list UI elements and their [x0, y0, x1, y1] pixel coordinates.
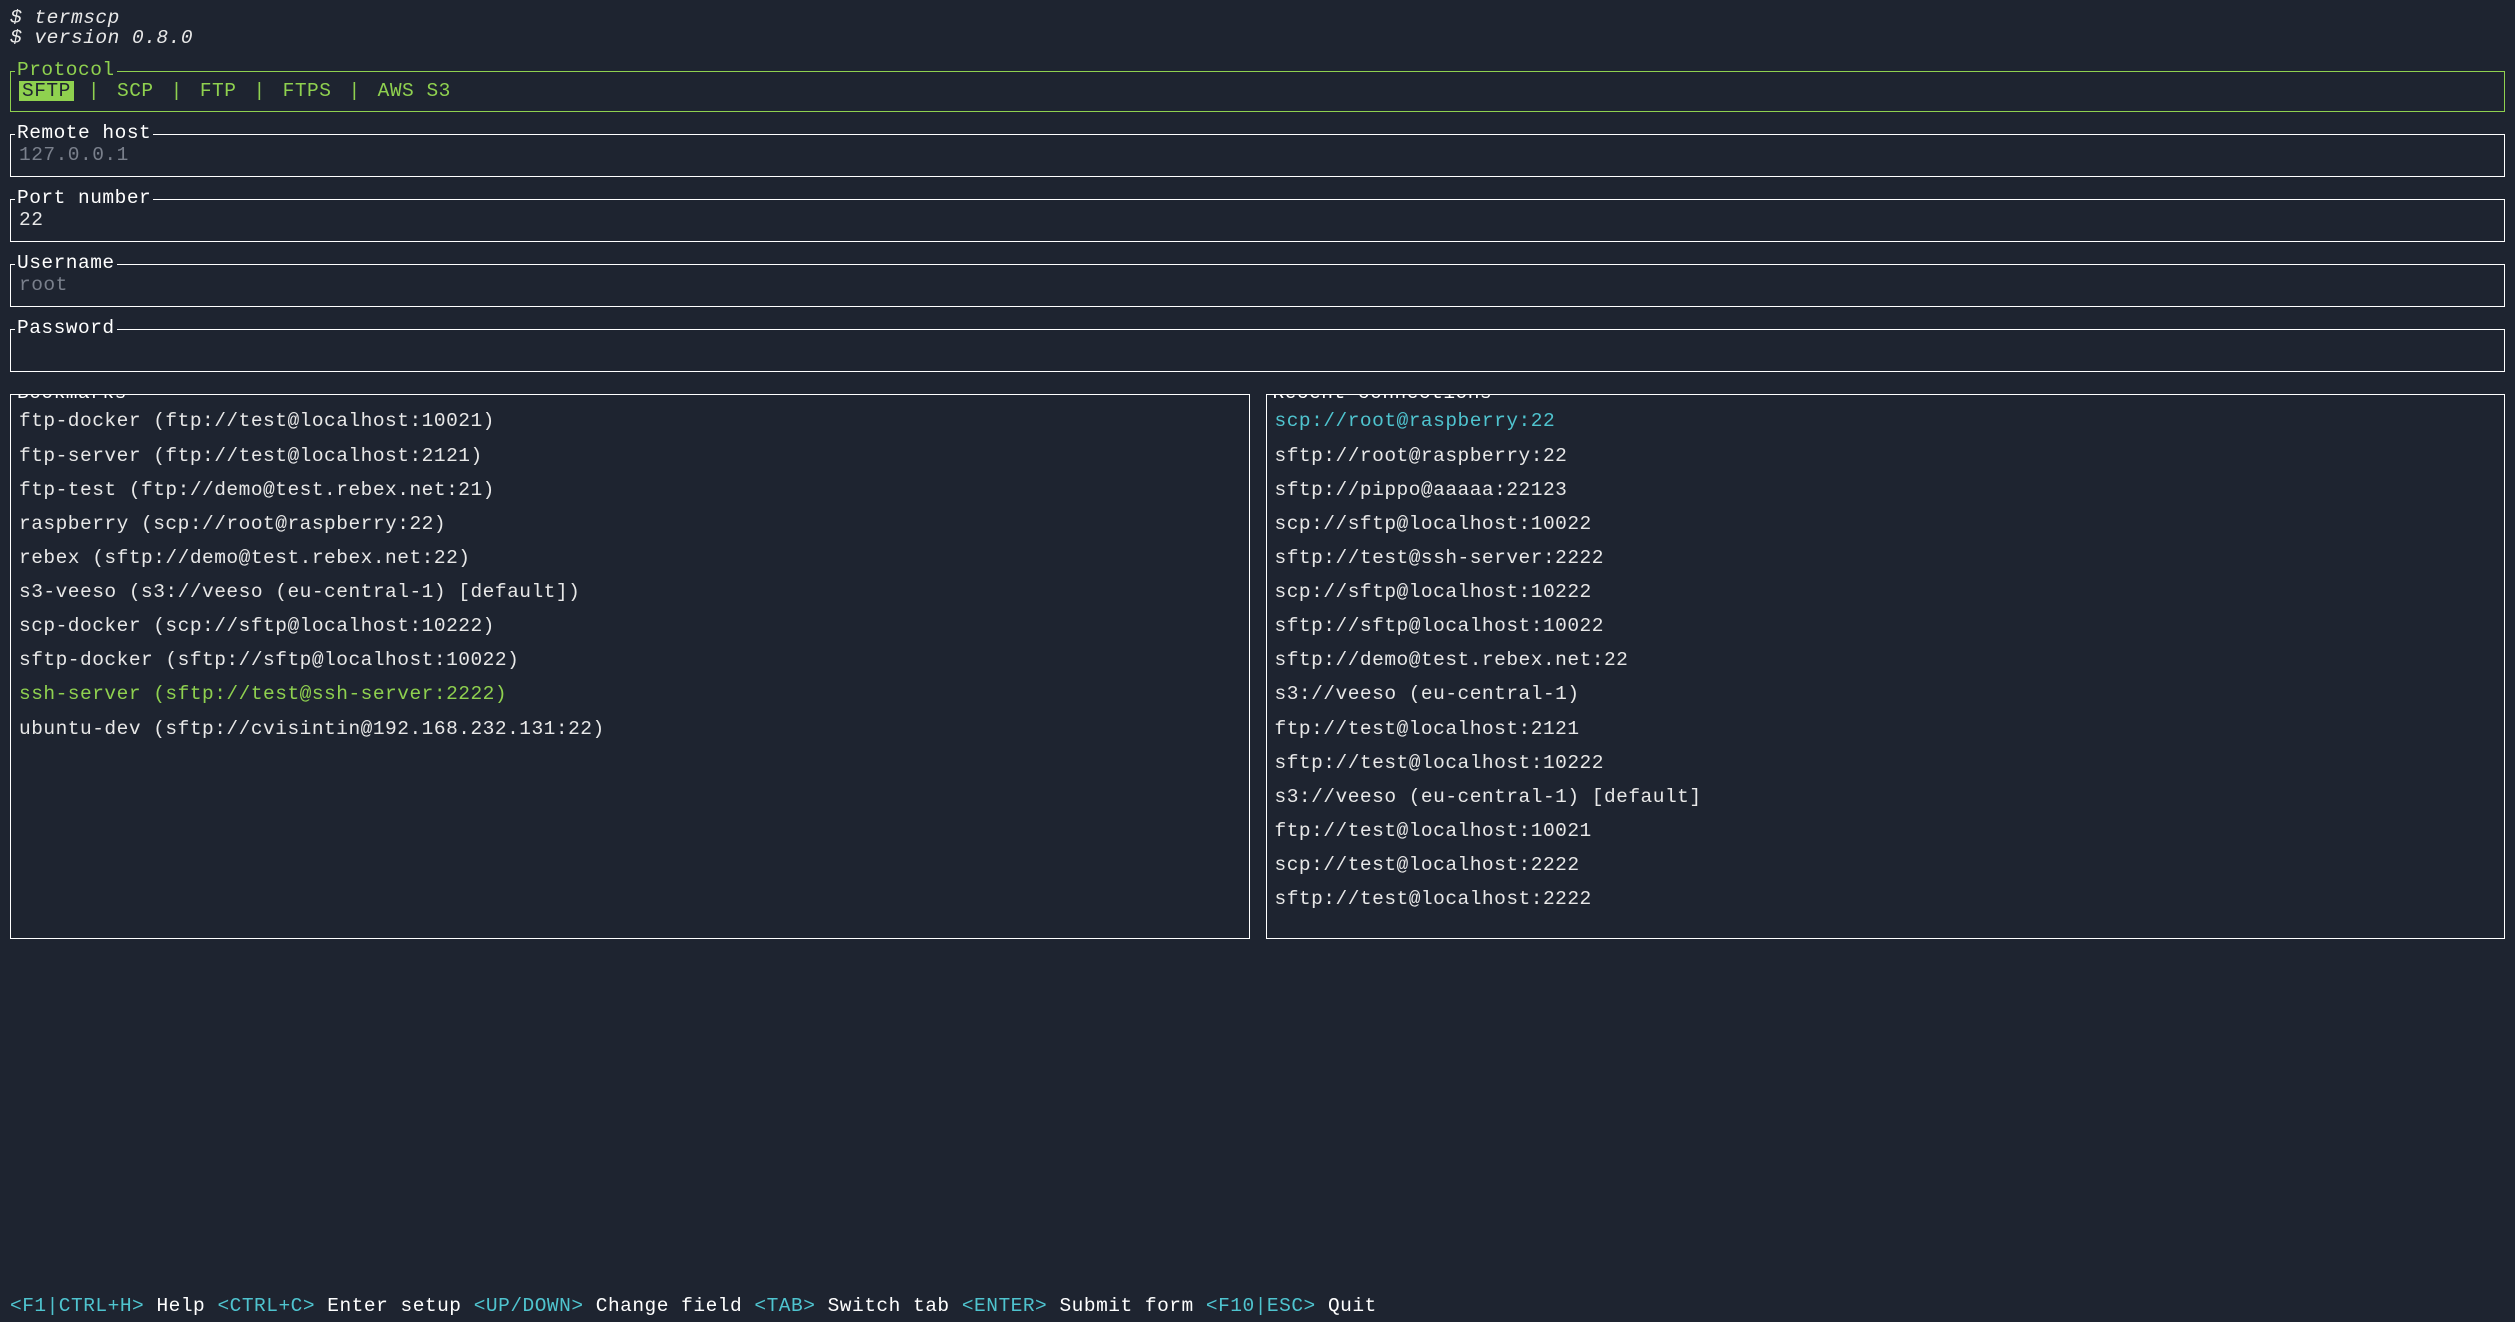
- recent-item[interactable]: scp://root@raspberry:22: [1275, 404, 2497, 438]
- recent-item[interactable]: ftp://test@localhost:2121: [1275, 712, 2497, 746]
- recent-item[interactable]: sftp://pippo@aaaaa:22123: [1275, 473, 2497, 507]
- footer-desc: Switch tab: [828, 1295, 950, 1317]
- username-legend: Username: [15, 253, 117, 273]
- bookmark-item[interactable]: raspberry (scp://root@raspberry:22): [19, 507, 1241, 541]
- recents-list[interactable]: scp://root@raspberry:22sftp://root@raspb…: [1275, 404, 2497, 916]
- recent-item[interactable]: scp://sftp@localhost:10222: [1275, 575, 2497, 609]
- footer-desc: Help: [156, 1295, 205, 1317]
- footer-key: <ENTER>: [962, 1295, 1047, 1317]
- shell-prompt: $: [10, 27, 22, 49]
- header-line-app: $ termscp: [10, 8, 2505, 28]
- footer-key: <F10|ESC>: [1206, 1295, 1316, 1317]
- protocol-tab-aws-s3[interactable]: AWS S3: [375, 81, 454, 101]
- username-field[interactable]: Username: [10, 264, 2505, 307]
- recent-item[interactable]: ftp://test@localhost:10021: [1275, 814, 2497, 848]
- footer-desc: Quit: [1328, 1295, 1377, 1317]
- footer-hints: <F1|CTRL+H> Help <CTRL+C> Enter setup <U…: [10, 1296, 1377, 1316]
- bookmark-item[interactable]: scp-docker (scp://sftp@localhost:10222): [19, 609, 1241, 643]
- bookmark-item[interactable]: ssh-server (sftp://test@ssh-server:2222): [19, 677, 1241, 711]
- protocol-tab-sftp[interactable]: SFTP: [19, 81, 74, 101]
- tab-separator-icon: |: [239, 81, 279, 101]
- protocol-tab-scp[interactable]: SCP: [114, 81, 157, 101]
- bookmark-item[interactable]: s3-veeso (s3://veeso (eu-central-1) [def…: [19, 575, 1241, 609]
- remote-host-input[interactable]: [19, 144, 2496, 166]
- app-version: version 0.8.0: [34, 27, 193, 49]
- footer-key: <TAB>: [754, 1295, 815, 1317]
- port-input[interactable]: [19, 209, 2496, 231]
- bookmarks-legend: Bookmarks: [15, 394, 129, 403]
- bookmark-item[interactable]: ftp-docker (ftp://test@localhost:10021): [19, 404, 1241, 438]
- username-input[interactable]: [19, 274, 2496, 296]
- footer-key: <UP/DOWN>: [474, 1295, 584, 1317]
- recent-item[interactable]: sftp://test@localhost:2222: [1275, 882, 2497, 916]
- password-field[interactable]: Password: [10, 329, 2505, 372]
- protocol-tab-ftp[interactable]: FTP: [197, 81, 240, 101]
- recent-item[interactable]: scp://test@localhost:2222: [1275, 848, 2497, 882]
- bookmark-item[interactable]: sftp-docker (sftp://sftp@localhost:10022…: [19, 643, 1241, 677]
- protocol-tab-ftps[interactable]: FTPS: [280, 81, 335, 101]
- header-line-version: $ version 0.8.0: [10, 28, 2505, 48]
- recent-item[interactable]: scp://sftp@localhost:10022: [1275, 507, 2497, 541]
- recents-panel[interactable]: Recent connections scp://root@raspberry:…: [1266, 394, 2506, 939]
- recent-item[interactable]: sftp://test@ssh-server:2222: [1275, 541, 2497, 575]
- recent-item[interactable]: sftp://test@localhost:10222: [1275, 746, 2497, 780]
- footer-key: <CTRL+C>: [217, 1295, 315, 1317]
- remote-host-legend: Remote host: [15, 123, 153, 143]
- tab-separator-icon: |: [74, 81, 114, 101]
- bookmarks-panel[interactable]: Bookmarks ftp-docker (ftp://test@localho…: [10, 394, 1250, 939]
- protocol-tabs[interactable]: SFTP | SCP | FTP | FTPS | AWS S3: [19, 81, 2496, 101]
- tab-separator-icon: |: [157, 81, 197, 101]
- password-input[interactable]: [19, 339, 2496, 361]
- recent-item[interactable]: s3://veeso (eu-central-1) [default]: [1275, 780, 2497, 814]
- recent-item[interactable]: sftp://sftp@localhost:10022: [1275, 609, 2497, 643]
- password-legend: Password: [15, 318, 117, 338]
- bookmark-item[interactable]: ftp-test (ftp://demo@test.rebex.net:21): [19, 473, 1241, 507]
- recent-item[interactable]: sftp://root@raspberry:22: [1275, 439, 2497, 473]
- port-legend: Port number: [15, 188, 153, 208]
- footer-desc: Submit form: [1059, 1295, 1193, 1317]
- shell-prompt: $: [10, 7, 22, 29]
- tab-separator-icon: |: [334, 81, 374, 101]
- footer-desc: Change field: [596, 1295, 742, 1317]
- bookmark-item[interactable]: rebex (sftp://demo@test.rebex.net:22): [19, 541, 1241, 575]
- recents-legend: Recent connections: [1271, 394, 1495, 403]
- recent-item[interactable]: sftp://demo@test.rebex.net:22: [1275, 643, 2497, 677]
- footer-key: <F1|CTRL+H>: [10, 1295, 144, 1317]
- bookmarks-list[interactable]: ftp-docker (ftp://test@localhost:10021)f…: [19, 404, 1241, 745]
- app-name: termscp: [34, 7, 119, 29]
- footer-desc: Enter setup: [327, 1295, 461, 1317]
- port-field[interactable]: Port number: [10, 199, 2505, 242]
- bookmark-item[interactable]: ftp-server (ftp://test@localhost:2121): [19, 439, 1241, 473]
- protocol-legend: Protocol: [15, 60, 117, 80]
- recent-item[interactable]: s3://veeso (eu-central-1): [1275, 677, 2497, 711]
- remote-host-field[interactable]: Remote host: [10, 134, 2505, 177]
- protocol-field[interactable]: Protocol SFTP | SCP | FTP | FTPS | AWS S…: [10, 71, 2505, 112]
- bookmark-item[interactable]: ubuntu-dev (sftp://cvisintin@192.168.232…: [19, 712, 1241, 746]
